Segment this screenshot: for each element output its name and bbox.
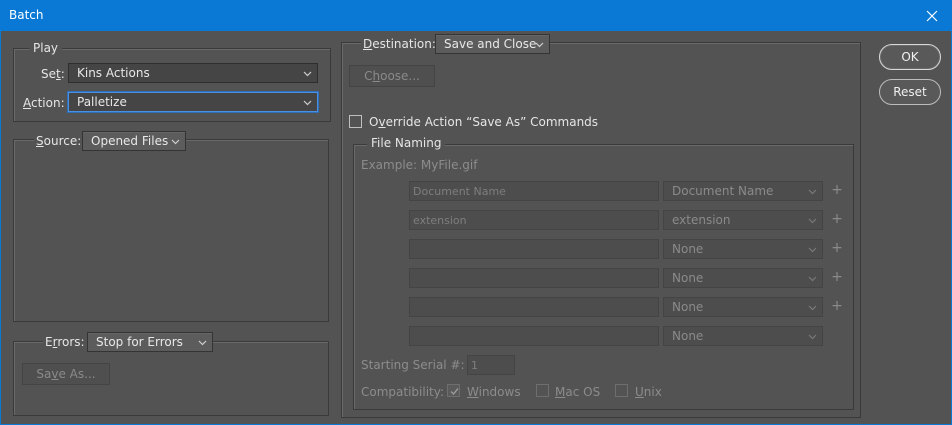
naming-select-value: None bbox=[672, 271, 704, 285]
naming-text-2[interactable]: extension bbox=[409, 210, 659, 230]
naming-text-5[interactable] bbox=[409, 297, 659, 317]
example-label: Example: MyFile.gif bbox=[361, 158, 478, 172]
checkmark-icon bbox=[450, 388, 459, 396]
chevron-down-icon bbox=[171, 139, 180, 145]
dialog-body: Play Set: Kins Actions Action: Palletize… bbox=[1, 31, 951, 424]
chevron-down-icon bbox=[808, 305, 817, 311]
naming-select-value: None bbox=[672, 300, 704, 314]
naming-select-6[interactable]: None bbox=[663, 326, 823, 346]
unix-checkbox[interactable] bbox=[615, 384, 628, 397]
close-icon[interactable] bbox=[912, 0, 952, 31]
override-label: Override Action “Save As” Commands bbox=[369, 115, 599, 129]
add-row-plus[interactable]: + bbox=[831, 182, 843, 198]
unix-label: Unix bbox=[635, 385, 662, 399]
naming-text-3[interactable] bbox=[409, 239, 659, 259]
naming-select-value: None bbox=[672, 242, 704, 256]
save-as-button[interactable]: Save As... bbox=[22, 363, 110, 385]
macos-label: Mac OS bbox=[555, 385, 601, 399]
source-dropdown[interactable]: Opened Files bbox=[82, 131, 186, 151]
set-dropdown[interactable]: Kins Actions bbox=[68, 63, 318, 83]
chevron-down-icon bbox=[808, 247, 817, 253]
source-label: Source: bbox=[34, 134, 84, 148]
add-row-plus[interactable]: + bbox=[831, 298, 843, 314]
file-naming-legend: File Naming bbox=[367, 136, 446, 150]
add-row-plus[interactable]: + bbox=[831, 211, 843, 227]
add-row-plus[interactable]: + bbox=[831, 240, 843, 256]
chevron-down-icon bbox=[808, 218, 817, 224]
naming-select-5[interactable]: None bbox=[663, 297, 823, 317]
errors-dropdown[interactable]: Stop for Errors bbox=[87, 332, 213, 352]
source-value: Opened Files bbox=[91, 134, 169, 148]
chevron-down-icon bbox=[808, 334, 817, 340]
errors-label: Errors: bbox=[43, 335, 87, 349]
naming-text-1[interactable]: Document Name bbox=[409, 181, 659, 201]
window-title: Batch bbox=[9, 8, 44, 22]
choose-button[interactable]: Choose... bbox=[349, 65, 435, 87]
title-bar: Batch bbox=[0, 0, 952, 31]
chevron-down-icon bbox=[198, 340, 207, 346]
errors-value: Stop for Errors bbox=[96, 335, 183, 349]
naming-text-6[interactable] bbox=[409, 326, 659, 346]
naming-select-value: extension bbox=[672, 213, 731, 227]
reset-button[interactable]: Reset bbox=[879, 79, 941, 105]
ok-button[interactable]: OK bbox=[879, 44, 941, 70]
naming-select-value: Document Name bbox=[672, 184, 774, 198]
destination-value: Save and Close bbox=[444, 37, 537, 51]
windows-label: Windows bbox=[467, 385, 521, 399]
add-row-plus[interactable]: + bbox=[831, 269, 843, 285]
destination-label: Destination: bbox=[361, 37, 438, 51]
naming-text-4[interactable] bbox=[409, 268, 659, 288]
override-checkbox[interactable] bbox=[349, 115, 362, 128]
chevron-down-icon bbox=[303, 100, 312, 106]
action-dropdown[interactable]: Palletize bbox=[68, 92, 318, 112]
naming-select-2[interactable]: extension bbox=[663, 210, 823, 230]
windows-checkbox[interactable] bbox=[447, 384, 460, 397]
source-group bbox=[13, 139, 329, 322]
chevron-down-icon bbox=[303, 71, 312, 77]
compatibility-label: Compatibility: bbox=[361, 385, 445, 399]
set-label: Set: bbox=[41, 67, 65, 81]
action-label: Action: bbox=[23, 96, 65, 110]
destination-dropdown[interactable]: Save and Close bbox=[435, 34, 550, 54]
serial-input[interactable]: 1 bbox=[467, 355, 515, 375]
naming-select-3[interactable]: None bbox=[663, 239, 823, 259]
play-legend: Play bbox=[29, 41, 63, 55]
action-value: Palletize bbox=[77, 95, 127, 109]
naming-select-1[interactable]: Document Name bbox=[663, 181, 823, 201]
naming-select-value: None bbox=[672, 329, 704, 343]
naming-select-4[interactable]: None bbox=[663, 268, 823, 288]
chevron-down-icon bbox=[535, 42, 544, 48]
chevron-down-icon bbox=[808, 276, 817, 282]
chevron-down-icon bbox=[808, 189, 817, 195]
set-value: Kins Actions bbox=[77, 66, 150, 80]
serial-label: Starting Serial #: bbox=[361, 358, 465, 372]
macos-checkbox[interactable] bbox=[536, 384, 549, 397]
